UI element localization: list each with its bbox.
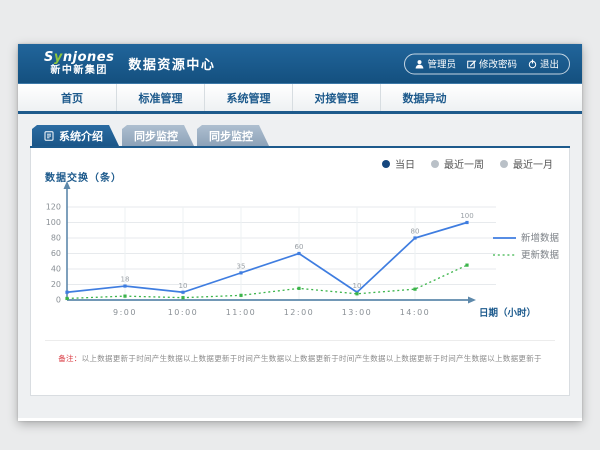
data-point <box>65 291 68 294</box>
radio-last-month[interactable]: 最近一月 <box>500 156 553 171</box>
data-point <box>123 284 126 287</box>
data-point-label: 10 <box>179 282 188 290</box>
radio-label: 最近一周 <box>444 156 484 171</box>
tab-label: 同步监控 <box>209 128 253 144</box>
legend-label-1: 更新数据 <box>521 249 560 261</box>
y-tick-label: 60 <box>51 249 61 258</box>
y-tick-label: 80 <box>51 234 61 243</box>
data-point-label: 10 <box>353 282 362 290</box>
nav-item-home[interactable]: 首页 <box>28 84 116 111</box>
footnote-prefix: 备注： <box>58 354 81 363</box>
data-point <box>123 295 126 298</box>
radio-label: 当日 <box>395 156 415 171</box>
y-tick-label: 120 <box>46 203 61 212</box>
page-title: 数据资源中心 <box>128 54 215 73</box>
y-tick-label: 0 <box>56 296 61 305</box>
chart-svg: 0 20 40 60 80 100 120 9:00 10:00 11:00 12:00 13:00 1… <box>41 178 581 328</box>
y-tick-label: 40 <box>51 265 61 274</box>
document-icon <box>44 131 54 141</box>
user-icon <box>415 59 424 68</box>
tab-sync-monitor-1[interactable]: 同步监控 <box>122 125 194 146</box>
panel-divider <box>45 340 555 341</box>
x-tick-label: 12:00 <box>284 308 315 317</box>
logout-label: 退出 <box>540 57 559 71</box>
radio-dot <box>500 160 508 168</box>
data-point <box>297 252 300 255</box>
time-range-filter: 当日 最近一周 最近一月 <box>382 156 553 171</box>
browser-window: Synjones 新中新集团 数据资源中心 管理员 修改密码 退出 首页 标准管… <box>18 44 582 421</box>
y-tick-label: 20 <box>51 280 61 289</box>
data-point-label: 80 <box>411 228 420 236</box>
data-point <box>297 287 300 290</box>
radio-today[interactable]: 当日 <box>382 156 415 171</box>
data-point-label: 100 <box>460 212 473 220</box>
x-tick-label: 14:00 <box>400 308 431 317</box>
brand-logo-text: Synjones <box>44 51 114 65</box>
footnote: 备注：以上数据更新于时间产生数据以上数据更新于时间产生数据以上数据更新于时间产生… <box>41 353 559 364</box>
logout-button[interactable]: 退出 <box>528 57 559 71</box>
content-area: 系统介绍 同步监控 同步监控 当日 最近一周 最近一月 数据交换（条） 0204… <box>18 114 582 418</box>
radio-last-week[interactable]: 最近一周 <box>431 156 484 171</box>
current-user-button[interactable]: 管理员 <box>415 57 456 71</box>
line-chart: 0 20 40 60 80 100 120 9:00 10:00 11:00 12:00 13:00 1… <box>41 178 581 328</box>
nav-item-data-change[interactable]: 数据异动 <box>380 84 468 111</box>
data-point <box>413 288 416 291</box>
data-point <box>465 264 468 267</box>
x-tick-label: 10:00 <box>168 308 199 317</box>
data-point <box>465 221 468 224</box>
radio-dot <box>431 160 439 168</box>
data-point <box>239 271 242 274</box>
radio-label: 最近一月 <box>513 156 553 171</box>
nav-item-system-management[interactable]: 系统管理 <box>204 84 292 111</box>
tab-system-intro[interactable]: 系统介绍 <box>32 125 119 146</box>
tab-label: 系统介绍 <box>59 128 103 144</box>
change-password-button[interactable]: 修改密码 <box>467 57 517 71</box>
data-point-label: 60 <box>295 243 304 251</box>
nav-item-standard-management[interactable]: 标准管理 <box>116 84 204 111</box>
main-navigation: 首页 标准管理 系统管理 对接管理 数据异动 <box>18 84 582 114</box>
x-tick-label: 11:00 <box>226 308 257 317</box>
tab-bar: 系统介绍 同步监控 同步监控 <box>32 125 269 146</box>
x-tick-label: 13:00 <box>342 308 373 317</box>
current-user-label: 管理员 <box>427 57 456 71</box>
brand-logo: Synjones 新中新集团 <box>44 51 114 76</box>
x-axis-title: 日期（小时） <box>479 307 536 319</box>
data-point <box>239 294 242 297</box>
nav-item-interface-management[interactable]: 对接管理 <box>292 84 380 111</box>
data-point <box>181 296 184 299</box>
change-password-label: 修改密码 <box>479 57 517 71</box>
edit-icon <box>467 59 476 68</box>
radio-dot <box>382 160 390 168</box>
chart-panel: 当日 最近一周 最近一月 数据交换（条） 0204060801001209:00… <box>30 148 570 396</box>
data-point-label: 35 <box>237 262 246 270</box>
footnote-text: 以上数据更新于时间产生数据以上数据更新于时间产生数据以上数据更新于时间产生数据以… <box>82 354 542 363</box>
data-point <box>65 297 68 300</box>
user-toolbar: 管理员 修改密码 退出 <box>404 53 570 74</box>
y-axis-arrow <box>64 181 71 189</box>
tab-sync-monitor-2[interactable]: 同步监控 <box>197 125 269 146</box>
data-point <box>413 236 416 239</box>
tab-label: 同步监控 <box>134 128 178 144</box>
x-axis-arrow <box>468 297 476 304</box>
power-icon <box>528 59 537 68</box>
data-point <box>355 292 358 295</box>
app-header: Synjones 新中新集团 数据资源中心 管理员 修改密码 退出 <box>18 44 582 84</box>
legend-label-0: 新增数据 <box>521 232 560 244</box>
brand-company-name: 新中新集团 <box>44 65 114 76</box>
data-point-label: 18 <box>121 276 130 284</box>
data-point <box>181 291 184 294</box>
logo-accent-glyph: y <box>54 50 63 65</box>
y-tick-label: 100 <box>46 218 61 227</box>
x-tick-label: 9:00 <box>113 308 137 317</box>
